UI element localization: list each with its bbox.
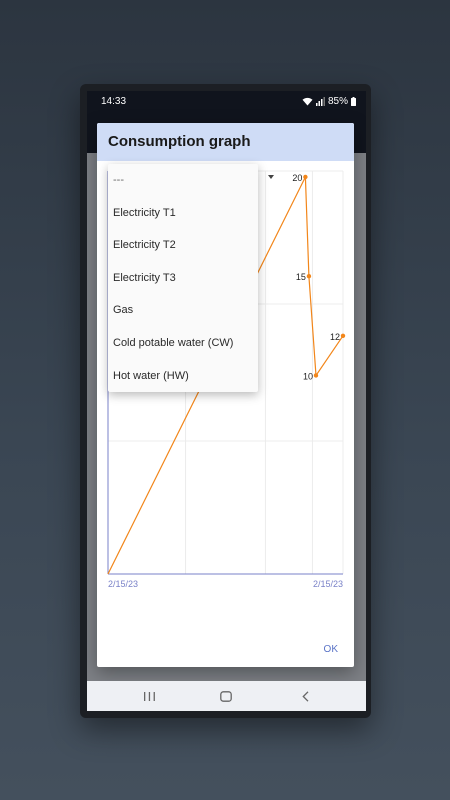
dialog-title: Consumption graph: [97, 123, 354, 161]
status-bar: 14:33 85%: [87, 91, 366, 113]
status-time: 14:33: [101, 96, 127, 107]
back-icon[interactable]: [295, 688, 315, 704]
dropdown-option[interactable]: Electricity T1: [108, 197, 258, 230]
signal-icon: [315, 97, 325, 106]
dropdown-option[interactable]: Electricity T3: [108, 262, 258, 295]
status-icons: 85%: [302, 96, 356, 107]
data-point: [313, 373, 319, 378]
dropdown-option[interactable]: Gas: [108, 294, 258, 327]
data-point: [340, 333, 346, 338]
dropdown-option[interactable]: Hot water (HW): [108, 360, 258, 393]
data-label: 15: [296, 272, 306, 282]
data-label: 10: [303, 371, 313, 381]
dropdown-option[interactable]: Electricity T2: [108, 229, 258, 262]
device-screen: 14:33 85% Consumption graph 20 15 10 12 2/15…: [87, 91, 366, 711]
resource-dropdown-menu: --- Electricity T1 Electricity T2 Electrici…: [108, 164, 258, 392]
recents-icon[interactable]: [139, 688, 159, 704]
dropdown-option[interactable]: ---: [108, 164, 258, 197]
data-point: [303, 174, 308, 180]
data-label: 12: [330, 332, 340, 342]
data-label: 20: [292, 173, 302, 183]
x-tick-label: 2/15/23: [108, 579, 138, 589]
battery-percent: 85%: [327, 96, 348, 107]
wifi-icon: [302, 97, 313, 106]
battery-icon: [351, 97, 356, 106]
navigation-bar: [87, 681, 366, 711]
dropdown-option[interactable]: Cold potable water (CW): [108, 327, 258, 360]
ok-button[interactable]: OK: [318, 640, 344, 659]
home-icon[interactable]: [216, 688, 236, 704]
data-point: [306, 274, 312, 279]
x-tick-label: 2/15/23: [313, 579, 343, 589]
